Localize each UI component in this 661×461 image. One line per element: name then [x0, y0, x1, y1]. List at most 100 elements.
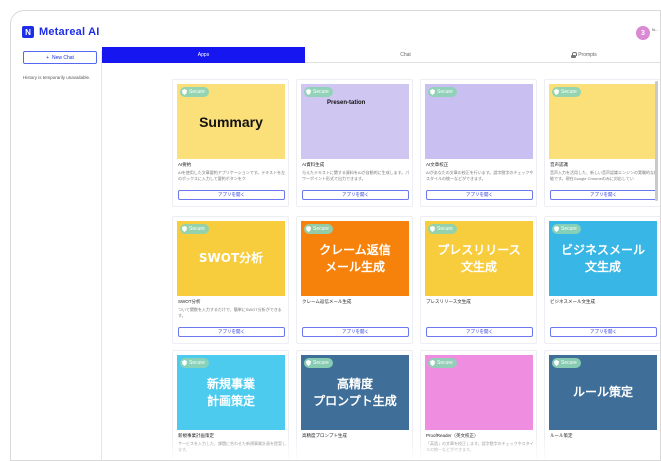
app-description: サービスを入力した、課題に合わせた新規事業計画を提案します。 [178, 441, 286, 452]
app-title: ビジネスメール文生成 [550, 299, 595, 304]
secure-badge: Secure [428, 224, 457, 234]
new-chat-button[interactable]: + New Chat [23, 51, 97, 64]
open-app-button[interactable]: アプリを開く [426, 190, 533, 200]
header: N Metareal AI 3 N… [11, 11, 660, 51]
shield-icon [182, 360, 187, 366]
app-thumbnail[interactable]: Secure 高精度 プロンプト生成 [301, 355, 409, 430]
tab-chat[interactable]: Chat [305, 47, 506, 63]
brand-name: Metareal AI [39, 26, 100, 38]
plus-icon: + [46, 54, 49, 61]
open-app-button[interactable]: アプリを開く [178, 327, 285, 337]
scrollbar[interactable] [655, 81, 658, 201]
secure-badge: Secure [180, 87, 209, 97]
app-thumbnail[interactable]: Secure Summary [177, 84, 285, 159]
app-description: 与えたテキストに関する資料をAIが自動的に生成します。パワーポイント形式で出力で… [302, 170, 410, 181]
lock-icon [571, 51, 578, 58]
app-thumbnail[interactable]: Secure [425, 355, 533, 430]
shield-icon [554, 89, 559, 95]
app-thumbnail[interactable]: Secure [549, 84, 657, 159]
app-title: ルール策定 [550, 433, 573, 438]
shield-icon [430, 226, 435, 232]
app-card[interactable]: Secure ビジネスメール 文生成 ビジネスメール文生成 アプリを開く [544, 216, 660, 344]
secure-label: Secure [189, 89, 205, 95]
tab-prompts[interactable]: Prompts [506, 47, 660, 63]
app-description: 音声入力を活用した、新しい音声認識エンジンの実験的な機能です。現在Google … [550, 170, 658, 181]
secure-label: Secure [313, 226, 329, 232]
shield-icon [306, 360, 311, 366]
app-title: SWOT分析 [178, 299, 201, 304]
secure-badge: Secure [180, 224, 209, 234]
app-thumbnail[interactable]: Secure SWOT分析 [177, 221, 285, 296]
app-description [550, 307, 658, 318]
shield-icon [430, 89, 435, 95]
secure-label: Secure [313, 360, 329, 366]
app-card[interactable]: Secure プレスリリース 文生成 プレスリリース文生成 アプリを開く [420, 216, 537, 344]
secure-label: Secure [561, 360, 577, 366]
logo-icon: N [22, 26, 34, 38]
secure-badge: Secure [180, 358, 209, 368]
open-app-button[interactable]: アプリを開く [426, 327, 533, 337]
app-thumbnail[interactable]: Secure 新規事業 計画策定 [177, 355, 285, 430]
open-app-button[interactable]: アプリを開く [178, 190, 285, 200]
shield-icon [182, 89, 187, 95]
tab-apps[interactable]: Apps [102, 47, 305, 63]
shield-icon [182, 226, 187, 232]
secure-badge: Secure [428, 358, 457, 368]
app-card[interactable]: Secure ルール策定 ルール策定 アプリを開く [544, 350, 660, 460]
app-thumbnail[interactable]: Secure プレスリリース 文生成 [425, 221, 533, 296]
app-title: 新規事業計画策定 [178, 433, 214, 438]
app-thumbnail[interactable]: Secure ビジネスメール 文生成 [549, 221, 657, 296]
app-title: プレスリリース文生成 [426, 299, 471, 304]
app-thumbnail[interactable]: Secure [425, 84, 533, 159]
open-app-button[interactable]: アプリを開く [550, 190, 657, 200]
app-card[interactable]: Secure 音声認識 音声入力を活用した、新しい音声認識エンジンの実験的な機能… [544, 79, 660, 207]
app-card[interactable]: Secure ProofReader（英文校正） 「英語」の文章を校正します。誤… [420, 350, 537, 460]
secure-label: Secure [437, 226, 453, 232]
brand-logo[interactable]: N Metareal AI [22, 26, 99, 38]
app-card[interactable]: Secure Summary AI要約 AIを使用した文章要約アプリケーションで… [172, 79, 289, 207]
app-title: 音声認識 [550, 162, 568, 167]
avatar[interactable]: 3 [636, 26, 650, 40]
app-card[interactable]: Secure Presen-tation AI資料生成 与えたテキストに関する資… [296, 79, 413, 207]
app-title: AI資料生成 [302, 162, 325, 167]
app-title: クレーム返信メール生成 [302, 299, 352, 304]
secure-badge: Secure [552, 358, 581, 368]
app-description [302, 307, 410, 318]
app-card[interactable]: Secure SWOT分析 SWOT分析 ついて関数を入力するだけで、簡単にSW… [172, 216, 289, 344]
open-app-button[interactable]: アプリを開く [302, 190, 409, 200]
secure-badge: Secure [304, 358, 333, 368]
secure-badge: Secure [304, 224, 333, 234]
new-chat-label: New Chat [51, 54, 74, 61]
app-thumbnail[interactable]: Secure ルール策定 [549, 355, 657, 430]
secure-label: Secure [437, 89, 453, 95]
app-card[interactable]: Secure AI文章校正 AIがあなたの文章の校正を行います。誤字脱字のチェッ… [420, 79, 537, 207]
app-window: N Metareal AI 3 N… + New Chat History is… [10, 10, 661, 461]
secure-badge: Secure [552, 224, 581, 234]
shield-icon [306, 226, 311, 232]
app-description: AIがあなたの文章の校正を行います。誤字脱字のチェックやスタイルの統一などができ… [426, 170, 534, 181]
secure-label: Secure [561, 89, 577, 95]
shield-icon [306, 89, 311, 95]
tab-bar: Apps Chat Prompts [102, 47, 660, 63]
app-description [550, 441, 658, 452]
open-app-button[interactable]: アプリを開く [550, 327, 657, 337]
app-title: ProofReader（英文校正） [426, 433, 479, 438]
app-card[interactable]: Secure 新規事業 計画策定 新規事業計画策定 サービスを入力した、課題に合… [172, 350, 289, 460]
sidebar: + New Chat History is temporarily unavai… [11, 51, 102, 460]
app-thumbnail[interactable]: Secure Presen-tation [301, 84, 409, 159]
app-thumbnail[interactable]: Secure クレーム返信 メール生成 [301, 221, 409, 296]
secure-label: Secure [189, 360, 205, 366]
apps-grid: Secure Summary AI要約 AIを使用した文章要約アプリケーションで… [102, 63, 660, 460]
app-card[interactable]: Secure 高精度 プロンプト生成 高精度プロンプト生成 アプリを開く [296, 350, 413, 460]
open-app-button[interactable]: アプリを開く [302, 327, 409, 337]
app-title: AI文章校正 [426, 162, 449, 167]
app-description: ついて関数を入力するだけで、簡単にSWOT分析ができます。 [178, 307, 282, 318]
app-title: AI要約 [178, 162, 192, 167]
app-description [426, 307, 534, 318]
app-description: AIを使用した文章要約アプリケーションです。テキストを左のボックスに入力して要約… [178, 170, 286, 181]
app-card[interactable]: Secure クレーム返信 メール生成 クレーム返信メール生成 アプリを開く [296, 216, 413, 344]
shield-icon [554, 360, 559, 366]
avatar-name: N… [652, 27, 659, 32]
app-description [302, 441, 410, 452]
secure-badge: Secure [552, 87, 581, 97]
